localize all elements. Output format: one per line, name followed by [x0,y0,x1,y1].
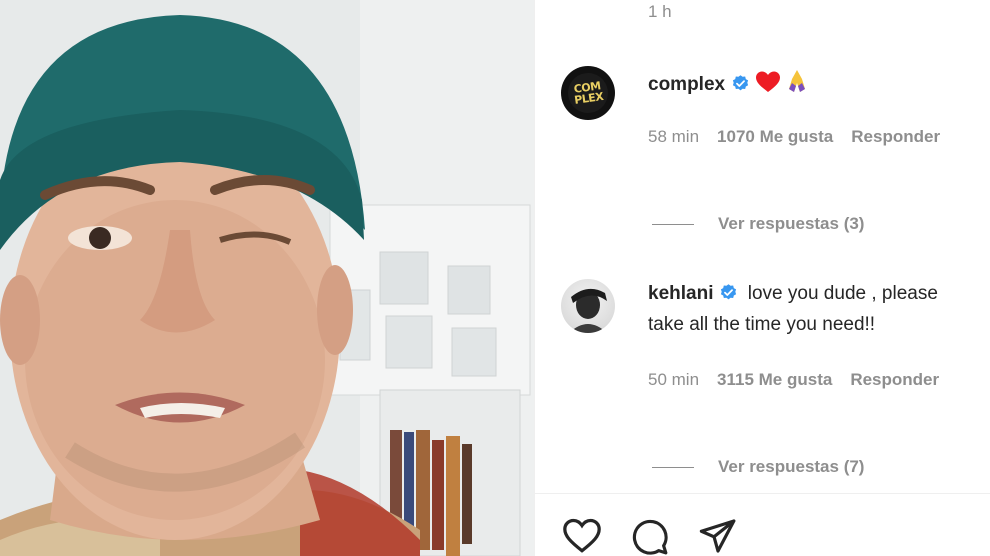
heart-icon [563,518,601,553]
actions-divider [535,493,990,494]
folded-hands-icon [789,70,806,92]
verified-badge-icon [721,284,737,300]
view-replies-label: Ver respuestas (3) [718,214,865,233]
view-replies-button[interactable]: Ver respuestas (7) [652,457,864,477]
selfie-illustration [0,0,534,556]
username-link[interactable]: complex [648,74,725,95]
replies-dash [652,223,694,225]
comment-meta: 58 min 1070 Me gusta Responder [648,127,958,147]
red-heart-icon [756,71,781,92]
view-replies-label: Ver respuestas (7) [718,457,865,476]
post-actions [561,518,739,556]
avatar[interactable] [561,279,615,333]
replies-dash [652,466,694,468]
reply-button[interactable]: Responder [851,127,940,146]
comment-likes[interactable]: 3115 Me gusta [717,370,832,389]
share-icon [699,519,736,553]
comment-text-line: kehlani love you dude , please [648,283,938,305]
comment-text-line-2: take all the time you need!! [648,314,876,335]
reply-button[interactable]: Responder [850,370,939,389]
share-button[interactable] [697,518,739,556]
comment-text: love you dude , please [747,283,938,304]
comments-panel: 1 h COM PLEX complex 58 min 1070 Me gusta R… [535,0,990,556]
comment-button[interactable] [629,518,671,556]
like-button[interactable] [561,518,603,556]
post-time-ago: 1 h [648,2,672,21]
kehlani-avatar-image [569,288,607,333]
comment-icon [632,519,668,555]
view-replies-button[interactable]: Ver respuestas (3) [652,214,864,234]
comment-time[interactable]: 50 min [648,370,699,389]
comment-text-line: complex [648,69,808,96]
post-photo [0,0,534,556]
complex-logo: COM PLEX [565,70,611,116]
username-link[interactable]: kehlani [648,283,713,304]
comment-meta: 50 min 3115 Me gusta Responder [648,370,957,390]
verified-badge-icon [732,75,749,91]
comment-likes[interactable]: 1070 Me gusta [717,127,833,146]
avatar[interactable]: COM PLEX [561,66,615,120]
comment-time[interactable]: 58 min [648,127,699,146]
